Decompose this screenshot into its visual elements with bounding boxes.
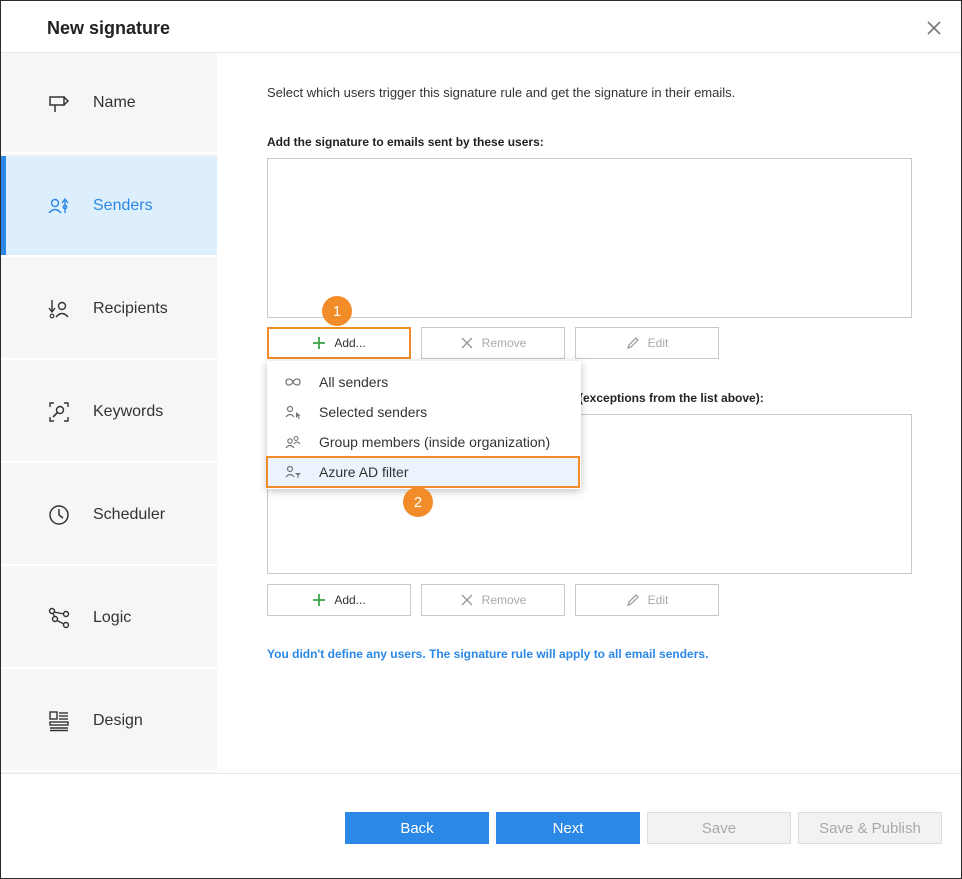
hint-text: You didn't define any users. The signatu… xyxy=(267,647,709,661)
next-button[interactable]: Next xyxy=(496,812,640,844)
close-icon xyxy=(927,21,941,35)
user-pointer-icon xyxy=(285,405,301,419)
close-button[interactable] xyxy=(923,17,945,39)
logic-icon xyxy=(48,607,70,629)
dropdown-item-selected-senders[interactable]: Selected senders xyxy=(267,397,581,427)
sidebar-item-logic[interactable]: Logic xyxy=(1,568,217,669)
keywords-icon xyxy=(49,402,69,422)
remove-exceptions-button[interactable]: Remove xyxy=(421,584,565,616)
callout-badge-1: 1 xyxy=(322,296,352,326)
remove-senders-button[interactable]: Remove xyxy=(421,327,565,359)
intro-text: Select which users trigger this signatur… xyxy=(267,85,736,100)
sidebar-item-label: Name xyxy=(93,94,136,111)
remove-button-label: Remove xyxy=(481,336,527,350)
dropdown-item-label: Azure AD filter xyxy=(319,464,409,480)
add-senders-button[interactable]: Add... xyxy=(267,327,411,359)
design-icon xyxy=(49,711,69,732)
sidebar-item-label: Senders xyxy=(93,197,153,214)
edit-button-label: Edit xyxy=(647,593,669,607)
clock-icon xyxy=(49,505,69,525)
group-icon xyxy=(285,435,301,449)
senders-listbox[interactable] xyxy=(267,158,912,318)
sidebar-item-label: Scheduler xyxy=(93,506,166,523)
sidebar-item-design[interactable]: Design xyxy=(1,671,217,772)
remove-button-label: Remove xyxy=(481,593,527,607)
dropdown-item-label: Group members (inside organization) xyxy=(319,434,551,450)
x-icon xyxy=(461,594,473,606)
back-button[interactable]: Back xyxy=(345,812,489,844)
signpost-icon xyxy=(49,96,70,112)
sidebar-item-recipients[interactable]: Recipients xyxy=(1,259,217,360)
infinity-icon xyxy=(285,378,301,386)
dialog-titlebar: New signature xyxy=(1,1,961,53)
new-signature-dialog: New signature Name Senders Recipients Ke… xyxy=(0,0,962,879)
plus-icon xyxy=(313,337,326,349)
sidebar-item-label: Design xyxy=(93,712,143,729)
add-button-label: Add... xyxy=(334,593,366,607)
edit-button-label: Edit xyxy=(647,336,669,350)
edit-exceptions-button[interactable]: Edit xyxy=(575,584,719,616)
recipients-icon xyxy=(48,300,69,319)
add-senders-dropdown: All senders Selected senders Group membe… xyxy=(266,361,581,489)
pencil-icon xyxy=(626,594,639,606)
sidebar-item-scheduler[interactable]: Scheduler xyxy=(1,465,217,566)
add-button-label: Add... xyxy=(334,336,366,350)
save-publish-button[interactable]: Save & Publish xyxy=(798,812,942,844)
sidebar-item-keywords[interactable]: Keywords xyxy=(1,362,217,463)
save-button[interactable]: Save xyxy=(647,812,791,844)
sidebar: Name Senders Recipients Keywords Schedul… xyxy=(1,53,217,773)
main-panel: Select which users trigger this signatur… xyxy=(217,53,962,773)
dropdown-item-all-senders[interactable]: All senders xyxy=(267,367,581,397)
dialog-title: New signature xyxy=(47,18,171,38)
sidebar-item-label: Keywords xyxy=(93,403,164,420)
user-filter-icon xyxy=(285,465,301,479)
dialog-footer: Back Next Save Save & Publish xyxy=(1,773,961,878)
x-icon xyxy=(461,337,473,349)
sidebar-item-senders[interactable]: Senders xyxy=(1,156,217,257)
dropdown-item-group-members[interactable]: Group members (inside organization) xyxy=(267,427,581,457)
dropdown-item-azure-ad-filter[interactable]: Azure AD filter xyxy=(266,456,580,488)
dropdown-item-label: All senders xyxy=(319,374,389,390)
sidebar-item-name[interactable]: Name xyxy=(1,53,217,154)
exceptions-section-label: (exceptions from the list above): xyxy=(579,391,764,405)
senders-section-label: Add the signature to emails sent by thes… xyxy=(267,135,544,149)
senders-icon xyxy=(48,197,69,214)
dropdown-item-label: Selected senders xyxy=(319,404,428,420)
edit-senders-button[interactable]: Edit xyxy=(575,327,719,359)
pencil-icon xyxy=(626,337,639,349)
sidebar-item-label: Logic xyxy=(93,609,132,626)
add-exceptions-button[interactable]: Add... xyxy=(267,584,411,616)
callout-badge-2: 2 xyxy=(403,487,433,517)
plus-icon xyxy=(313,594,326,606)
sidebar-item-label: Recipients xyxy=(93,300,168,317)
